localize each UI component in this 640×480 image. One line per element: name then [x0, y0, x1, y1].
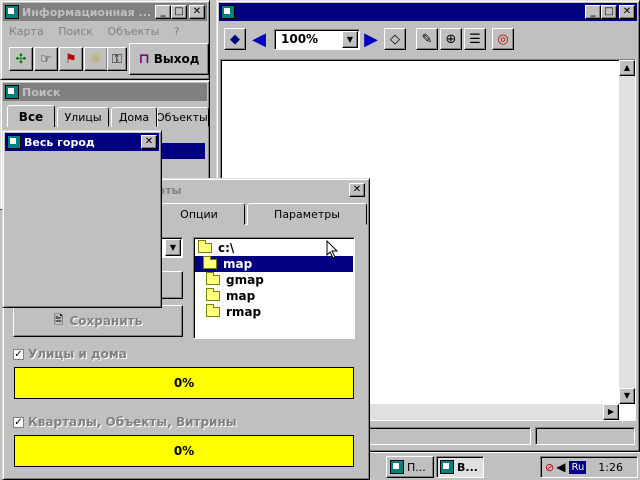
close-button[interactable]: ✕	[189, 5, 205, 19]
chevron-down-icon[interactable]: ▼	[165, 239, 181, 256]
menu-item-help[interactable]: ?	[174, 25, 180, 38]
info-menu: Карта Поиск Объекты ?	[9, 25, 191, 38]
network-icon[interactable]: ⊘	[545, 461, 554, 474]
streets-progress-value: 0%	[173, 376, 195, 390]
target-icon[interactable]: ◎	[492, 28, 514, 50]
close-button[interactable]: ✕	[349, 183, 365, 197]
language-indicator[interactable]: Ru	[569, 460, 587, 474]
app-icon	[7, 135, 21, 149]
blocks-checkbox-row[interactable]: ✓ Кварталы, Объекты, Витрины	[13, 415, 237, 429]
blocks-progress-value: 0%	[173, 444, 195, 458]
flag-tool-icon[interactable]: ⚑	[59, 47, 83, 71]
menu-item-objects[interactable]: Объекты	[108, 25, 160, 38]
streets-checkbox-row[interactable]: ✓ Улицы и дома	[13, 347, 127, 361]
folder-icon	[206, 304, 220, 317]
scroll-up-button[interactable]: ▲	[619, 60, 635, 76]
app-icon	[5, 85, 19, 99]
open-folder-icon	[198, 240, 212, 253]
save-icon: 🖹	[53, 312, 64, 327]
dialog-button-hidden[interactable]	[159, 271, 183, 299]
volume-icon[interactable]: ◀	[556, 460, 565, 474]
folder-icon	[206, 272, 220, 285]
minimize-button[interactable]: _	[155, 5, 171, 19]
open-folder-icon	[203, 256, 217, 269]
tab-parameters[interactable]: Параметры	[247, 203, 367, 225]
maximize-button[interactable]: □	[601, 5, 617, 19]
system-tray: ⊘ ◀ Ru 1:26	[540, 456, 638, 478]
exit-button[interactable]: ⊓ Выход	[129, 43, 209, 75]
scroll-down-button[interactable]: ▼	[619, 388, 635, 404]
hand-tool-icon[interactable]: ☞	[34, 47, 58, 71]
arrow-right-icon[interactable]: ▶	[360, 28, 382, 50]
chevron-down-icon[interactable]: ▼	[342, 31, 358, 48]
info-window-titlebar[interactable]: Информационная ... _ □ ✕	[3, 3, 207, 21]
menu-item-map[interactable]: Карта	[9, 25, 44, 38]
folder-icon	[206, 288, 220, 301]
sun-tool-icon[interactable]: ☼	[84, 47, 108, 71]
app-icon	[221, 5, 235, 19]
taskbar-task-1[interactable]: П...	[386, 456, 434, 478]
arrow-left-icon[interactable]: ◀	[248, 28, 270, 50]
app-icon	[440, 460, 454, 474]
vertical-scrollbar[interactable]: ▲ ▼	[619, 60, 635, 404]
close-button[interactable]: ✕	[141, 135, 157, 149]
info-window: Информационная ... _ □ ✕ Карта Поиск Объ…	[0, 0, 210, 80]
eraser-icon[interactable]: ◇	[384, 28, 406, 50]
streets-label: Улицы и дома	[28, 347, 127, 361]
save-label: Сохранить	[69, 314, 143, 328]
tab-options[interactable]: Опции	[153, 203, 245, 225]
save-button[interactable]: 🖹 Сохранить	[13, 305, 183, 337]
lock-tool-icon[interactable]: ⚿	[107, 47, 127, 71]
minimize-button[interactable]: _	[585, 5, 601, 19]
folder-item[interactable]: gmap	[206, 272, 264, 288]
streets-progress-bar: 0%	[14, 367, 354, 399]
app-icon	[5, 5, 19, 19]
status-panel-right	[535, 427, 635, 445]
map-toolbar: ◆ ◀ 100% ▼ ▶ ◇ ✎ ⊕ ☰ ◎	[220, 25, 636, 55]
taskbar-task-2[interactable]: В...	[436, 456, 484, 478]
close-button[interactable]: ✕	[619, 5, 635, 19]
info-window-title: Информационная ...	[22, 5, 152, 19]
search-window-title: Поиск	[22, 85, 61, 99]
app-icon	[390, 460, 404, 474]
status-panel-left	[367, 427, 531, 445]
pan-icon[interactable]: ☰	[464, 28, 486, 50]
map-window-titlebar[interactable]: _ □ ✕	[219, 3, 637, 21]
tab-objects[interactable]: Объекты	[157, 107, 209, 127]
back-diamond-icon[interactable]: ◆	[224, 28, 246, 50]
map-tool-icon[interactable]: ✣	[9, 47, 33, 71]
tab-all[interactable]: Все	[7, 105, 55, 127]
streets-checkbox[interactable]: ✓	[13, 348, 24, 360]
exit-icon: ⊓	[138, 51, 150, 67]
blocks-label: Кварталы, Объекты, Витрины	[28, 415, 237, 429]
exit-label: Выход	[153, 52, 200, 66]
blocks-checkbox[interactable]: ✓	[13, 416, 24, 428]
taskbar: П... В... ⊘ ◀ Ru 1:26	[370, 452, 640, 480]
maximize-button[interactable]: □	[171, 5, 187, 19]
folder-item[interactable]: map	[206, 288, 255, 304]
search-result-selection[interactable]	[161, 143, 205, 159]
zoom-icon[interactable]: ⊕	[440, 28, 462, 50]
tab-houses[interactable]: Дома	[111, 107, 157, 127]
pencil-icon[interactable]: ✎	[416, 28, 438, 50]
blocks-progress-bar: 0%	[14, 435, 354, 467]
zoom-combo[interactable]: 100% ▼	[274, 29, 360, 50]
search-window-titlebar[interactable]: Поиск	[3, 83, 207, 101]
scroll-right-button[interactable]: ▶	[603, 404, 619, 420]
zoom-value: 100%	[281, 32, 319, 46]
city-window: Весь город ✕	[2, 130, 162, 308]
clock: 1:26	[598, 460, 623, 474]
city-window-title: Весь город	[24, 135, 95, 149]
tab-streets[interactable]: Улицы	[57, 107, 109, 127]
city-window-titlebar[interactable]: Весь город ✕	[5, 133, 159, 151]
drive-combo[interactable]: ▼	[159, 237, 183, 258]
folder-item-drive[interactable]: c:\	[198, 240, 234, 256]
folder-item[interactable]: rmap	[206, 304, 261, 320]
menu-item-search[interactable]: Поиск	[58, 25, 93, 38]
